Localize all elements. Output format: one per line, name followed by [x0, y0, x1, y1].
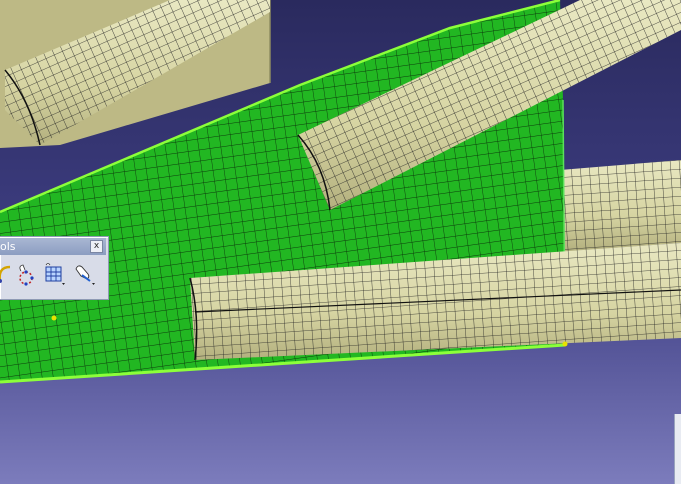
toolbar-title-bar[interactable]: ols x	[0, 238, 106, 255]
toolbar-close-button[interactable]: x	[90, 240, 103, 253]
toolbar-title: ols	[0, 240, 16, 253]
compass-widget-edge[interactable]	[674, 414, 681, 484]
floating-toolbar[interactable]: ols x	[0, 236, 109, 300]
mesh-grid-icon[interactable]	[42, 261, 66, 287]
hand-edit-icon[interactable]	[72, 261, 96, 287]
right-tube	[560, 160, 681, 252]
node-marker	[51, 315, 57, 321]
node-marker	[562, 341, 568, 347]
node-points-icon[interactable]	[14, 261, 38, 287]
toolbar-buttons	[0, 259, 107, 293]
